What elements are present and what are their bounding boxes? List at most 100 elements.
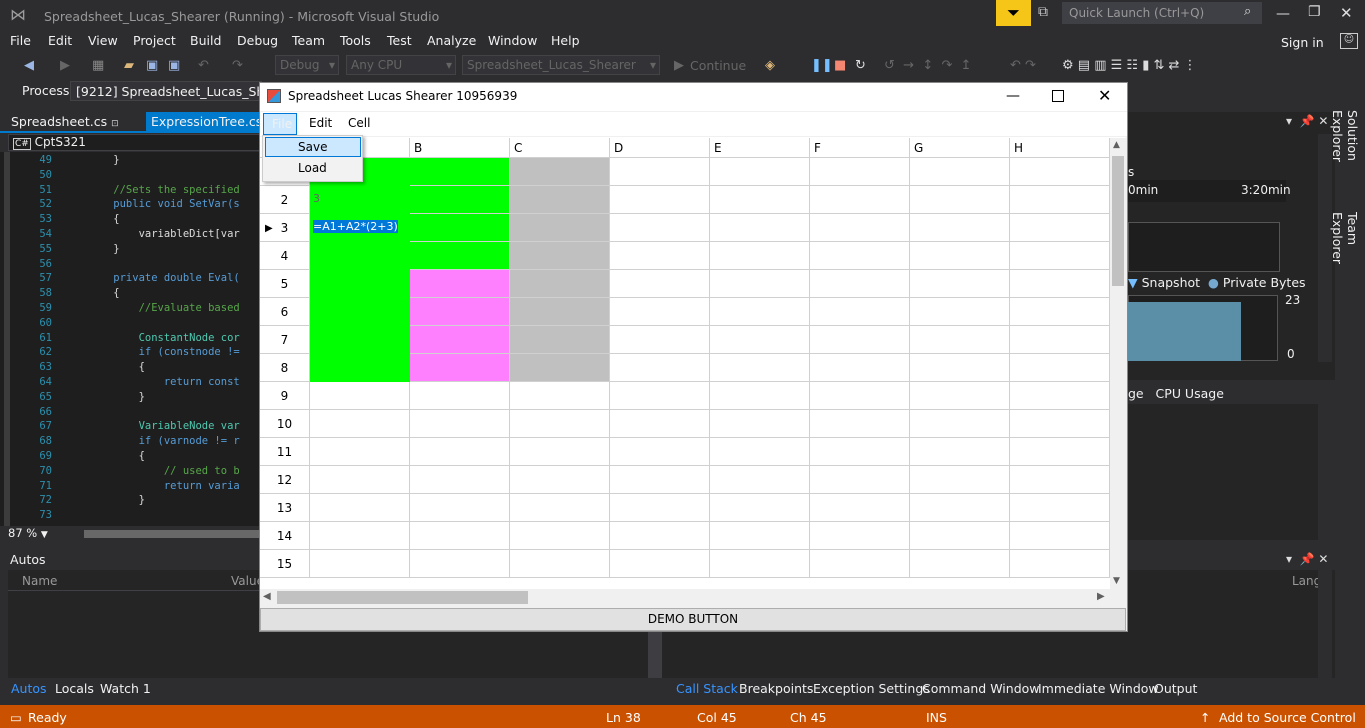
grid-cell[interactable] — [510, 270, 610, 298]
code-line[interactable]: 71 return varia — [0, 480, 260, 495]
call-stack-column-language[interactable]: Lang — [1292, 574, 1321, 588]
grid-cell[interactable] — [1010, 522, 1110, 550]
tab-spreadsheet-cs[interactable]: Spreadsheet.cs ⊡ — [0, 112, 146, 131]
menu-window[interactable]: Window — [488, 33, 537, 48]
grid-cell[interactable] — [810, 466, 910, 494]
code-line[interactable]: 57 private double Eval( — [0, 272, 260, 287]
menu-file[interactable]: File — [10, 33, 31, 48]
grid-cell[interactable] — [510, 354, 610, 382]
grid-cell[interactable] — [910, 242, 1010, 270]
code-line[interactable]: 51 //Sets the specified — [0, 184, 260, 199]
side-tab-team-explorer[interactable]: Team Explorer — [1330, 212, 1360, 292]
grid-cell[interactable] — [610, 270, 710, 298]
grid-cell[interactable] — [1010, 438, 1110, 466]
forward-icon[interactable]: ▶ — [60, 58, 70, 73]
code-line[interactable]: 50 — [0, 169, 260, 184]
tab-immediate-window[interactable]: Immediate Window — [1038, 681, 1159, 696]
code-line[interactable]: 59 //Evaluate based — [0, 302, 260, 317]
grid-cell[interactable] — [910, 522, 1010, 550]
panel-pin-close-icons[interactable]: ▾ 📌 ✕ — [1286, 114, 1328, 128]
row-header[interactable]: 6 — [260, 298, 310, 326]
arrow-up-icon[interactable]: ↑ — [1200, 710, 1210, 725]
save-icon[interactable]: ▣ — [146, 58, 158, 73]
grid-cell[interactable] — [510, 242, 610, 270]
row-header[interactable]: 2 — [260, 186, 310, 214]
code-editor[interactable]: 49 } 50 51 //Sets the specified 52 public v… — [0, 152, 260, 526]
grid-cell[interactable] — [710, 298, 810, 326]
grid-cell[interactable] — [610, 214, 710, 242]
process-select[interactable]: [9212] Spreadsheet_Lucas_Shearer. — [70, 81, 262, 101]
grid-cell[interactable] — [910, 494, 1010, 522]
editor-horizontal-scrollbar[interactable] — [84, 530, 260, 538]
grid-cell[interactable] — [510, 382, 610, 410]
tab-command-window[interactable]: Command Window — [922, 681, 1040, 696]
grid-cell[interactable] — [910, 214, 1010, 242]
grid-horizontal-thumb[interactable] — [277, 591, 528, 604]
grid-cell[interactable] — [610, 326, 710, 354]
grid-cell[interactable] — [710, 270, 810, 298]
menu-tools[interactable]: Tools — [340, 33, 371, 48]
grid-cell[interactable] — [810, 354, 910, 382]
minimize-icon[interactable]: — — [1006, 88, 1020, 104]
grid-cell[interactable] — [510, 326, 610, 354]
code-line[interactable]: 68 if (varnode != r — [0, 435, 260, 450]
grid-cell[interactable] — [1010, 326, 1110, 354]
grid-cell[interactable] — [410, 298, 510, 326]
grid-cell[interactable] — [910, 326, 1010, 354]
grid-cell[interactable] — [510, 550, 610, 578]
code-line[interactable]: 61 ConstantNode cor — [0, 332, 260, 347]
open-folder-icon[interactable]: ▰ — [124, 58, 134, 73]
menu-team[interactable]: Team — [292, 33, 325, 48]
grid-cell[interactable] — [610, 466, 710, 494]
grid-cell[interactable] — [1010, 298, 1110, 326]
column-header[interactable]: E — [710, 138, 810, 158]
grid-cell[interactable] — [610, 298, 710, 326]
tab-breakpoints[interactable]: Breakpoints — [739, 681, 813, 696]
code-line[interactable]: 73 — [0, 509, 260, 524]
menu-item-save[interactable]: Save — [265, 137, 361, 157]
quick-launch-input[interactable]: Quick Launch (Ctrl+Q) — [1062, 2, 1262, 24]
form-menu-file[interactable]: File — [263, 113, 297, 135]
cell-editor-text[interactable]: =A1+A2*(2+3) — [313, 220, 398, 233]
grid-cell[interactable]: 3 — [310, 186, 410, 214]
grid-cell[interactable] — [610, 522, 710, 550]
grid-cell[interactable] — [810, 186, 910, 214]
tab-memory-usage[interactable]: ge — [1128, 386, 1144, 401]
code-line[interactable]: 69 { — [0, 450, 260, 465]
grid-cell[interactable] — [1010, 550, 1110, 578]
grid-cell[interactable] — [310, 410, 410, 438]
menu-item-load[interactable]: Load — [265, 159, 361, 179]
grid-cell[interactable] — [810, 382, 910, 410]
close-icon[interactable]: ✕ — [1340, 4, 1353, 22]
grid-cell[interactable] — [910, 382, 1010, 410]
tab-watch-1[interactable]: Watch 1 — [100, 681, 151, 696]
grid-cell[interactable] — [410, 410, 510, 438]
code-line[interactable]: 62 if (constnode != — [0, 346, 260, 361]
grid-cell[interactable] — [810, 522, 910, 550]
grid-cell[interactable] — [610, 438, 710, 466]
grid-cell[interactable] — [810, 438, 910, 466]
tab-expressiontree-cs[interactable]: ExpressionTree.cs ⊡ — [146, 112, 274, 131]
tab-exception-settings[interactable]: Exception Settings — [813, 681, 930, 696]
grid-cell[interactable] — [410, 270, 510, 298]
scroll-right-icon[interactable]: ▶ — [1097, 591, 1105, 602]
step-icons[interactable]: ↺ → ↕ ↷ ↥ — [884, 58, 972, 73]
pin-icon[interactable]: ⊡ — [111, 119, 119, 129]
code-line[interactable]: 56 — [0, 258, 260, 273]
grid-cell[interactable] — [310, 382, 410, 410]
add-to-source-control[interactable]: Add to Source Control — [1219, 710, 1356, 725]
grid-cell[interactable] — [910, 186, 1010, 214]
configuration-select[interactable]: Debug — [275, 55, 339, 75]
grid-cell[interactable] — [310, 270, 410, 298]
menu-help[interactable]: Help — [551, 33, 580, 48]
row-header[interactable]: 5 — [260, 270, 310, 298]
grid-cell[interactable] — [710, 382, 810, 410]
tab-cpu-usage[interactable]: CPU Usage — [1156, 386, 1224, 401]
continue-icon[interactable]: ▶ — [674, 58, 684, 73]
grid-cell[interactable] — [810, 494, 910, 522]
code-line[interactable]: 70 // used to b — [0, 465, 260, 480]
grid-cell[interactable] — [810, 158, 910, 186]
tab-output[interactable]: Output — [1154, 681, 1197, 696]
grid-cell[interactable] — [1010, 410, 1110, 438]
code-line[interactable]: 49 } — [0, 154, 260, 169]
